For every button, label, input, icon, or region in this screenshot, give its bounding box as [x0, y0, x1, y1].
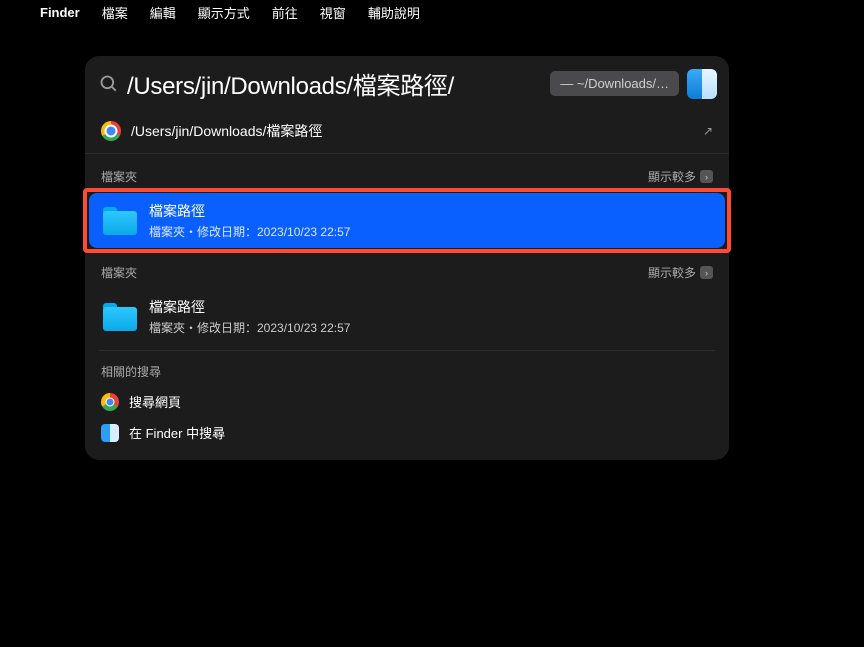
menubar-item-view[interactable]: 顯示方式	[198, 3, 250, 22]
folder-icon	[103, 207, 137, 235]
folder-icon	[103, 303, 137, 331]
chrome-icon	[101, 393, 119, 411]
result-subtitle: 檔案夾・修改日期：2023/10/23 22:57	[149, 223, 350, 240]
section-header-related: 相關的搜尋	[85, 357, 729, 386]
related-item-label: 在 Finder 中搜尋	[129, 423, 225, 442]
search-icon	[99, 74, 119, 94]
menubar-item-help[interactable]: 輔助說明	[368, 3, 420, 22]
show-more-button[interactable]: 顯示較多 ›	[648, 264, 713, 281]
chevron-right-icon: ›	[700, 266, 713, 279]
open-arrow-icon: ↗	[703, 124, 713, 138]
show-more-button[interactable]: 顯示較多 ›	[648, 168, 713, 185]
finder-icon	[101, 424, 119, 442]
menubar-item-edit[interactable]: 編輯	[150, 3, 176, 22]
result-subtitle: 檔案夾・修改日期：2023/10/23 22:57	[149, 319, 350, 336]
menubar: Finder 檔案 編輯 顯示方式 前往 視窗 輔助說明	[0, 0, 864, 24]
section-label: 檔案夾	[101, 168, 137, 185]
related-item-label: 搜尋網頁	[129, 392, 181, 411]
menubar-item-go[interactable]: 前往	[272, 3, 298, 22]
top-hit-text: /Users/jin/Downloads/檔案路徑	[131, 121, 703, 141]
top-hit-row[interactable]: /Users/jin/Downloads/檔案路徑 ↗	[85, 111, 729, 154]
finder-icon[interactable]	[687, 69, 717, 99]
related-item-search-finder[interactable]: 在 Finder 中搜尋	[85, 417, 729, 448]
result-title: 檔案路徑	[149, 201, 350, 221]
result-title: 檔案路徑	[149, 297, 350, 317]
result-item-folder[interactable]: 檔案路徑 檔案夾・修改日期：2023/10/23 22:57	[89, 289, 725, 344]
related-item-search-web[interactable]: 搜尋網頁	[85, 386, 729, 417]
divider	[99, 350, 715, 351]
chrome-icon	[101, 121, 121, 141]
section-header-folders-2: 檔案夾 顯示較多 ›	[85, 250, 729, 287]
menubar-item-file[interactable]: 檔案	[102, 3, 128, 22]
section-label: 相關的搜尋	[101, 363, 161, 380]
section-header-folders-1: 檔案夾 顯示較多 ›	[85, 154, 729, 191]
section-label: 檔案夾	[101, 264, 137, 281]
menubar-item-window[interactable]: 視窗	[320, 3, 346, 22]
result-item-folder-selected[interactable]: 檔案路徑 檔案夾・修改日期：2023/10/23 22:57	[89, 193, 725, 248]
menubar-app-name[interactable]: Finder	[40, 5, 80, 20]
search-row: /Users/jin/Downloads/檔案路徑/ — ~/Downloads…	[85, 56, 729, 111]
search-input[interactable]: /Users/jin/Downloads/檔案路徑/	[127, 66, 542, 101]
chevron-right-icon: ›	[700, 170, 713, 183]
spotlight-panel: /Users/jin/Downloads/檔案路徑/ — ~/Downloads…	[85, 56, 729, 460]
path-chip[interactable]: — ~/Downloads/…	[550, 71, 679, 96]
